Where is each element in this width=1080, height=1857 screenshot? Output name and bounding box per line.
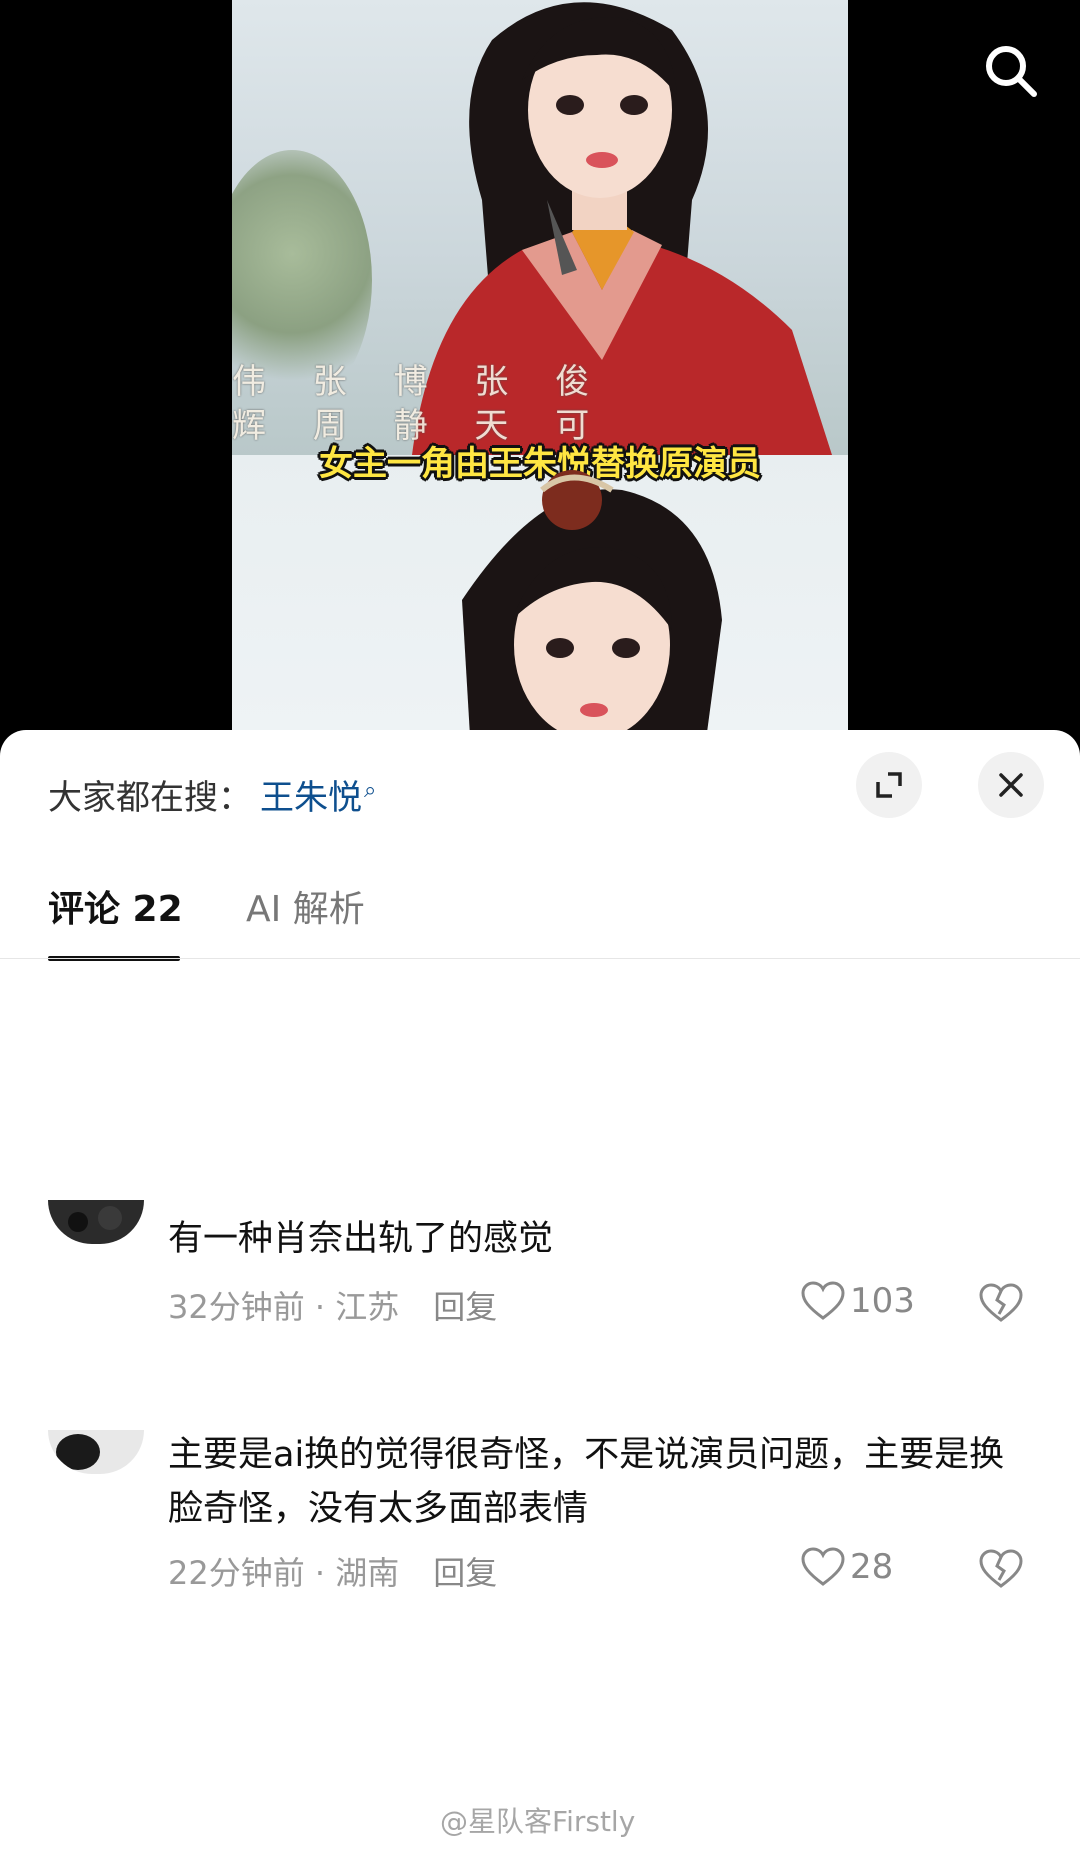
hot-search-keyword[interactable]: 王朱悦 xyxy=(260,778,362,818)
tab-divider xyxy=(0,958,1080,959)
dislike-button[interactable] xyxy=(978,1282,1024,1328)
video-frame[interactable]: 伟 张 博 张 俊 辉 周 静 天 可 女主一角由王朱悦替换原演员 xyxy=(232,0,848,730)
video-scene-top: 伟 张 博 张 俊 辉 周 静 天 可 xyxy=(232,0,848,455)
tab-comments[interactable]: 评论 22 xyxy=(48,880,183,932)
comment-text: 有一种肖奈出轨了的感觉 xyxy=(168,1219,554,1259)
comment-meta: 22分钟前 · 湖南 回复 xyxy=(168,1548,497,1594)
comment-meta: 32分钟前 · 江苏 回复 xyxy=(168,1282,497,1328)
like-count: 28 xyxy=(850,1547,894,1587)
meta-separator: · xyxy=(304,1288,336,1326)
comment-location: 江苏 xyxy=(335,1288,400,1326)
watermark: @星队客Firstly xyxy=(440,1805,636,1838)
comment-time: 32分钟前 xyxy=(168,1288,305,1326)
actress-figure-bottom xyxy=(462,470,722,730)
expand-button[interactable] xyxy=(856,752,922,818)
close-button[interactable] xyxy=(978,752,1044,818)
hot-search-bar: 大家都在搜： 王朱悦⌕ xyxy=(48,770,376,819)
like-button[interactable]: 28 xyxy=(800,1546,893,1588)
credits-overlay: 伟 张 博 张 俊 辉 周 静 天 可 xyxy=(232,360,607,448)
comment-sheet: 大家都在搜： 王朱悦⌕ 评论 22 AI 解析 有一种肖奈出轨了的感觉 32分钟前… xyxy=(0,730,1080,1857)
broken-heart-icon xyxy=(979,1549,1023,1588)
search-button[interactable] xyxy=(980,40,1042,102)
like-button[interactable]: 103 xyxy=(800,1280,915,1322)
hot-search-prefix: 大家都在搜： xyxy=(48,778,252,818)
tab-ai-analysis[interactable]: AI 解析 xyxy=(246,880,365,932)
like-count: 103 xyxy=(850,1281,915,1321)
close-icon xyxy=(999,773,1023,797)
search-icon xyxy=(986,46,1037,97)
avatar[interactable] xyxy=(48,1200,144,1244)
video-player[interactable]: 伟 张 博 张 俊 辉 周 静 天 可 女主一角由王朱悦替换原演员 xyxy=(0,0,1080,730)
meta-separator: · xyxy=(304,1554,336,1592)
reply-button[interactable]: 回复 xyxy=(433,1288,497,1326)
keyword-search-icon: ⌕ xyxy=(364,777,377,803)
comment-location: 湖南 xyxy=(335,1554,400,1592)
comment-time: 22分钟前 xyxy=(168,1554,305,1592)
dislike-button[interactable] xyxy=(978,1548,1024,1594)
heart-icon xyxy=(801,1547,845,1586)
broken-heart-icon xyxy=(979,1283,1023,1322)
reply-button[interactable]: 回复 xyxy=(433,1554,497,1592)
avatar[interactable] xyxy=(48,1430,144,1474)
heart-icon xyxy=(801,1281,845,1320)
comment-text: 主要是ai换的觉得很奇怪，不是说演员问题，主要是换脸奇怪，没有太多面部表情 xyxy=(168,1435,1005,1529)
expand-icon xyxy=(876,772,902,798)
credits-line-1: 伟 张 博 张 俊 xyxy=(232,362,608,402)
